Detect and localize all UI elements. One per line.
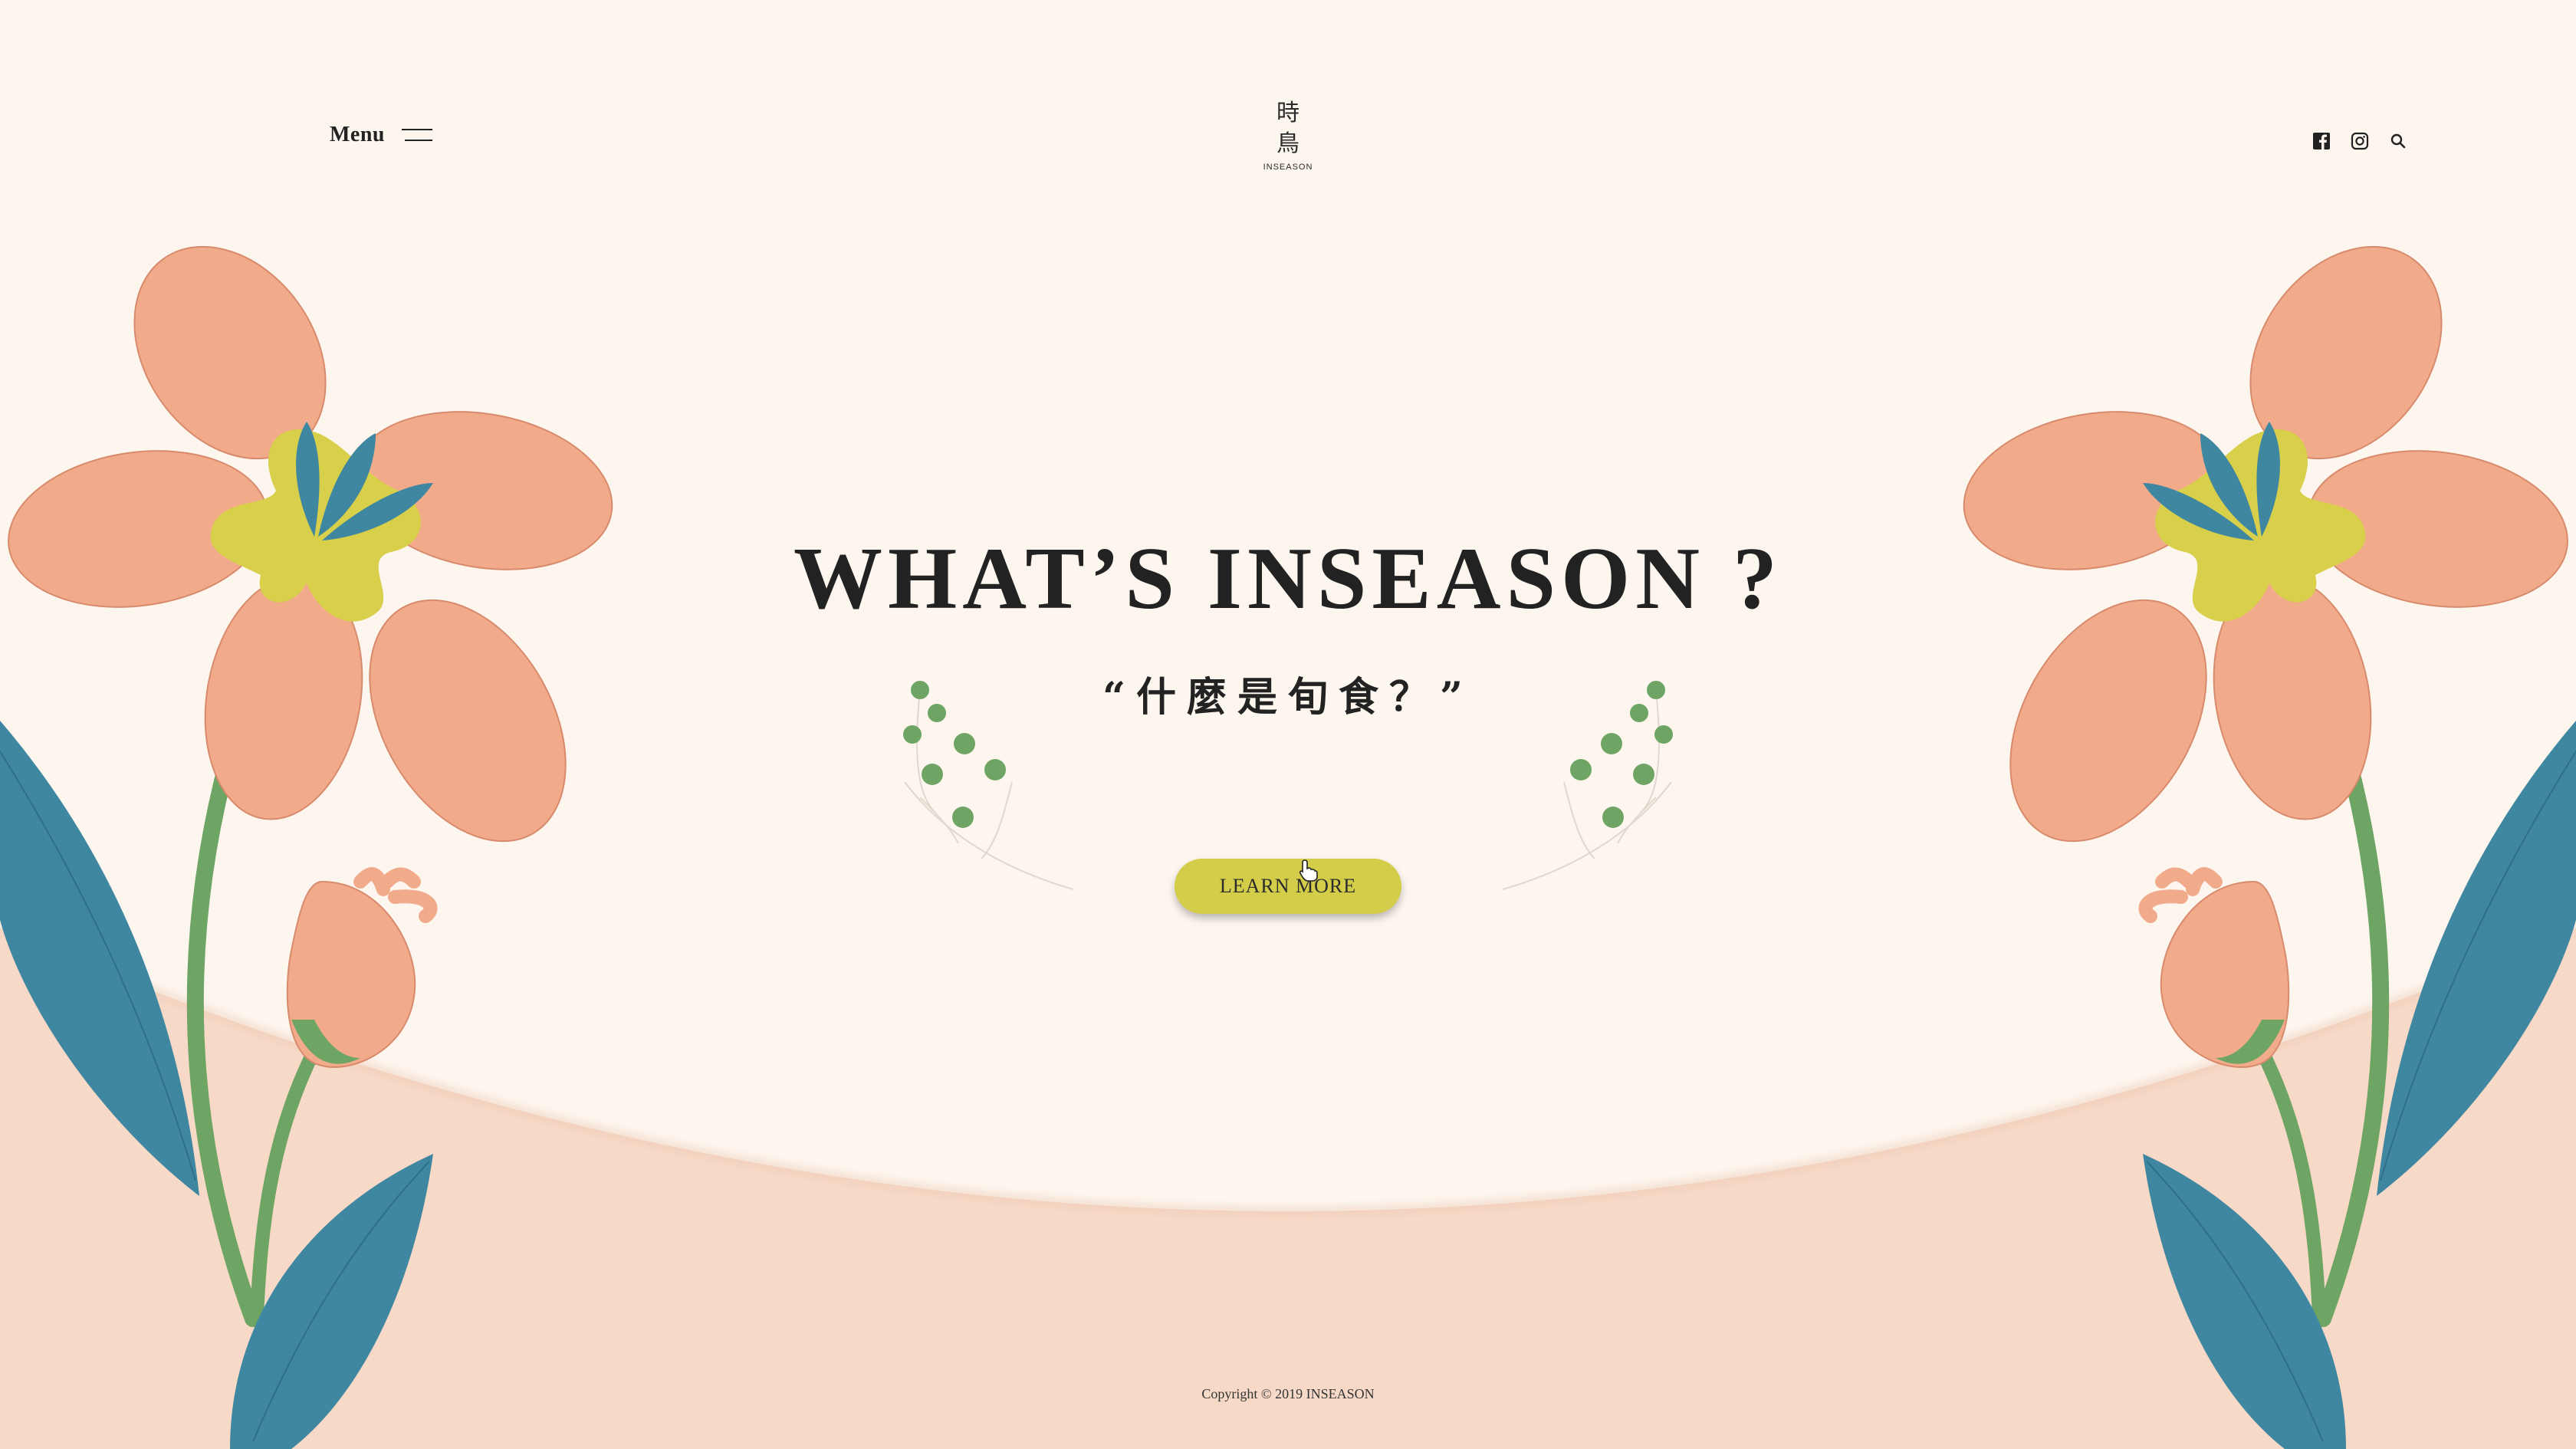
social-links [2312, 132, 2407, 150]
facebook-icon[interactable] [2312, 132, 2331, 150]
menu-label: Menu [330, 123, 385, 146]
hero-subtitle: “什麼是旬食？” [1102, 674, 1474, 721]
hamburger-icon [402, 129, 432, 141]
logo-char-bottom: 鳥 [1276, 130, 1300, 157]
logo-wordmark: INSEASON [1263, 163, 1313, 172]
learn-more-button[interactable]: LEARN MORE [1175, 859, 1401, 914]
site-logo[interactable]: 時 鳥 INSEASON [1257, 98, 1319, 172]
floral-background-illustration [0, 0, 2576, 1449]
instagram-icon[interactable] [2351, 132, 2369, 150]
logo-char-top: 時 [1276, 100, 1300, 127]
landing-page: Menu 時 鳥 INSEASON WHAT’S INSEASON ? “什麼是… [0, 0, 2576, 1449]
menu-button[interactable]: Menu [330, 123, 432, 147]
search-icon[interactable] [2389, 132, 2407, 150]
hero-title: WHAT’S INSEASON ? [794, 530, 1783, 628]
copyright-text: Copyright © 2019 INSEASON [1201, 1386, 1375, 1401]
hand-cursor-icon [1299, 859, 1318, 882]
